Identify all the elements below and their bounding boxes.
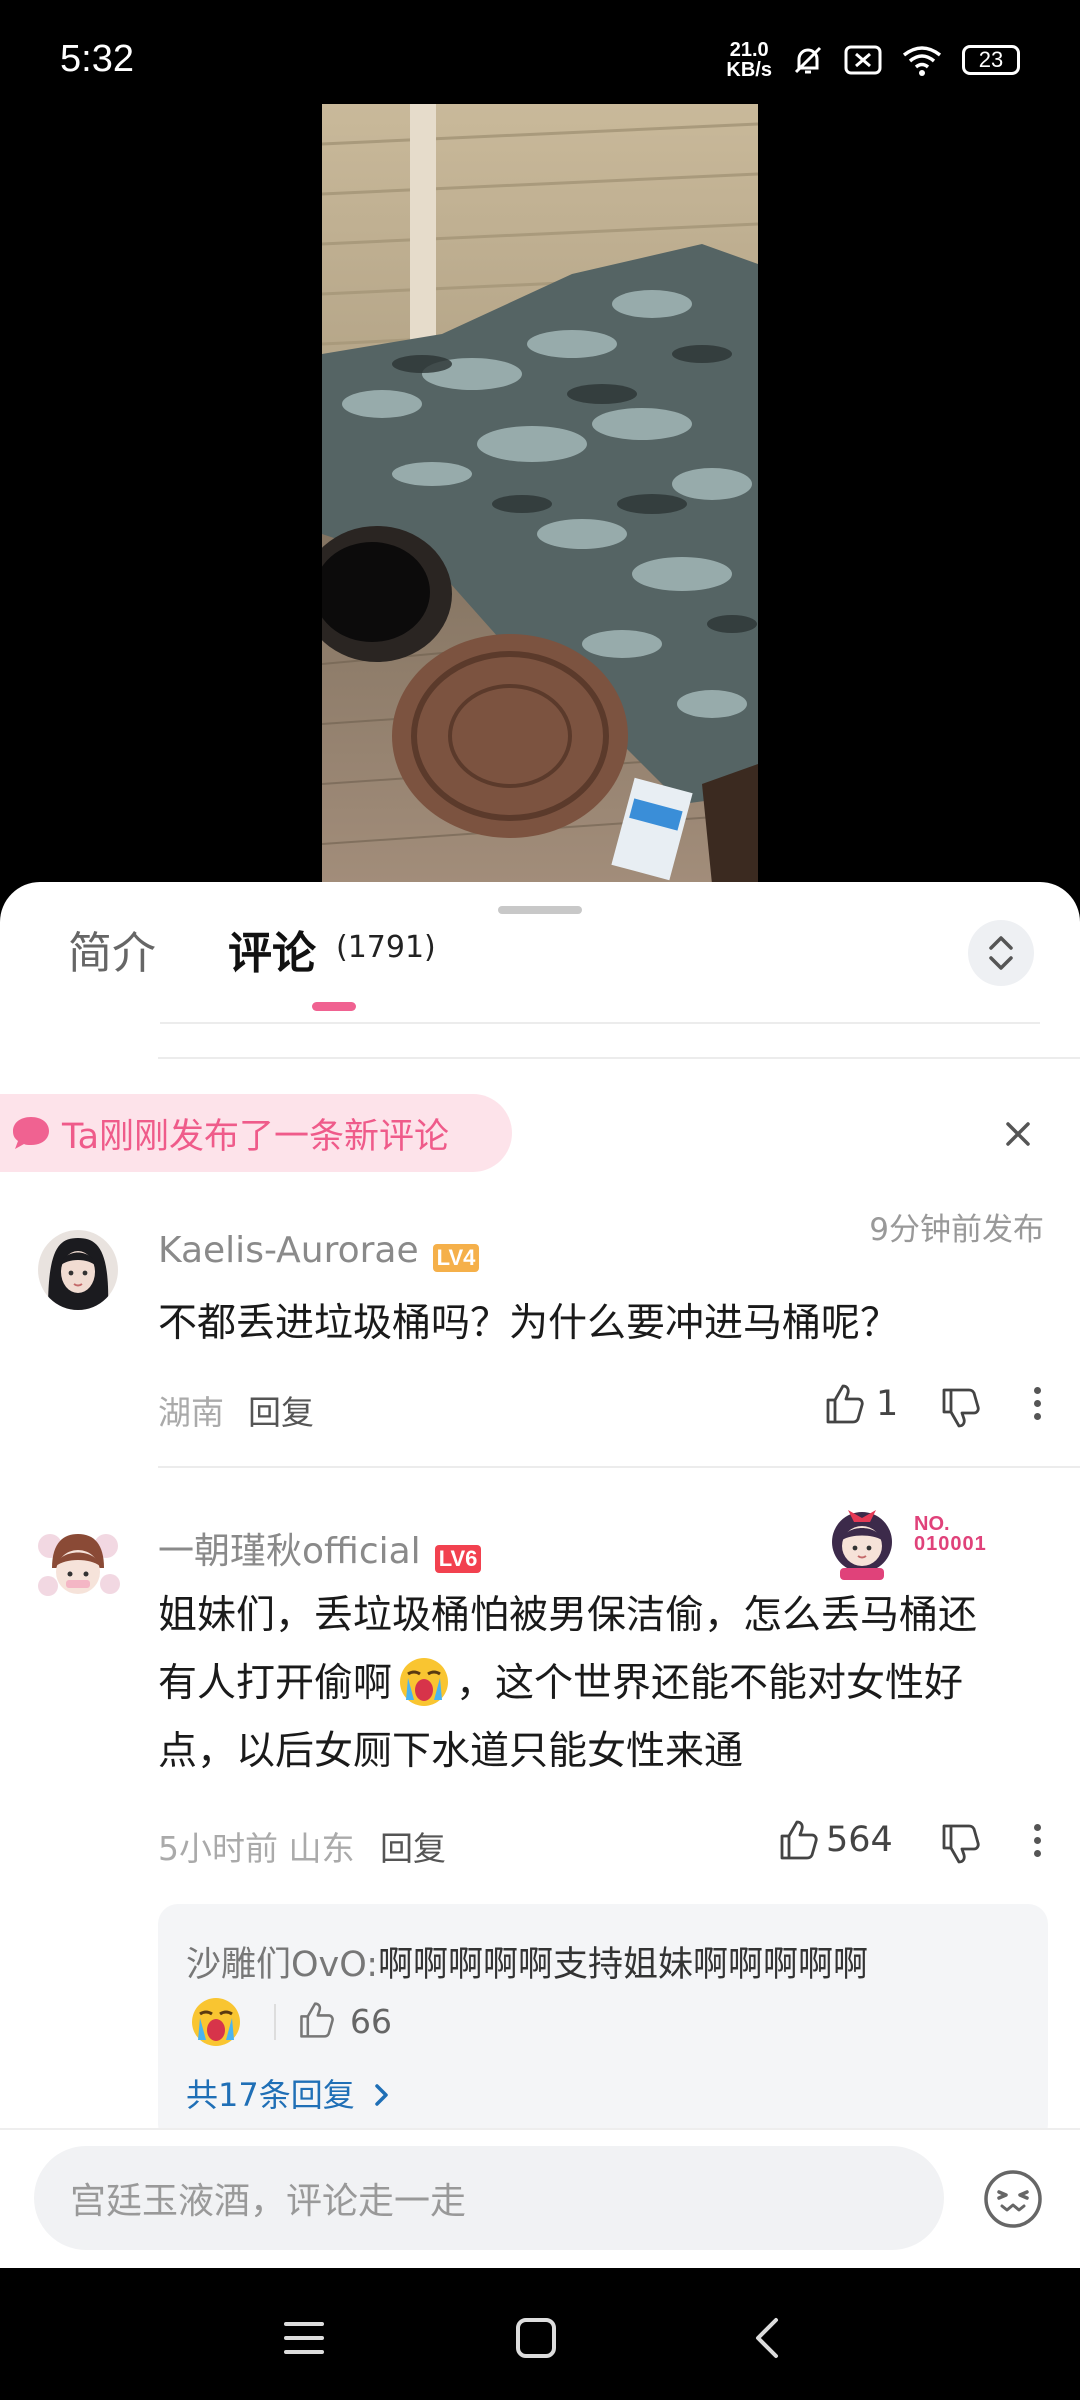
comment-text-line: 姐妹们，丢垃圾桶怕被男保洁偷，怎么丢马桶还 — [158, 1593, 978, 1638]
divider — [158, 1466, 1080, 1468]
sim-off-icon — [844, 45, 882, 75]
reply-button[interactable]: 回复 — [380, 1822, 446, 1870]
divider — [274, 2004, 276, 2040]
drag-handle[interactable] — [498, 906, 582, 914]
fan-badge-label: NO. — [914, 1513, 950, 1535]
home-icon[interactable] — [514, 2316, 558, 2360]
expand-button[interactable] — [968, 920, 1034, 986]
comment-input[interactable]: 宫廷玉液酒，评论走一走 — [34, 2146, 944, 2250]
like-icon[interactable] — [776, 1818, 820, 1862]
username[interactable]: 一朝瑾秋official — [158, 1531, 421, 1572]
total-replies-label: 共17条回复 — [186, 2076, 355, 2114]
comment-location: 山东 — [288, 1829, 355, 1868]
emoji-icon[interactable] — [982, 2168, 1044, 2230]
divider — [160, 1022, 1040, 1024]
comment-text-segment: 有人打开偷啊 — [158, 1661, 393, 1706]
view-all-replies-link[interactable]: 共17条回复 — [186, 2070, 393, 2116]
comment-text: 不都丢进垃圾桶吗？为什么要冲进马桶呢？ — [158, 1301, 900, 1346]
reply-preview[interactable]: 沙雕们OvO:啊啊啊啊啊支持姐妹啊啊啊啊啊 66 共17条回复 — [158, 1904, 1048, 2144]
status-time: 5:32 — [60, 38, 134, 80]
net-speed-value: 21.0 — [729, 39, 769, 61]
like-icon[interactable] — [822, 1382, 866, 1426]
comment-header: Kaelis-Aurorae LV4 — [158, 1230, 480, 1272]
tab-intro[interactable]: 简介 — [68, 917, 156, 981]
comment-header: 一朝瑾秋official LV6 — [158, 1522, 482, 1574]
comment-text-line: 点，以后女厕下水道只能女性来通 — [158, 1729, 744, 1774]
reply-button[interactable]: 回复 — [248, 1386, 314, 1434]
comment-meta: 5小时前 山东 — [158, 1822, 355, 1870]
comments-count: (1791) — [336, 930, 436, 965]
dislike-icon[interactable] — [938, 1822, 982, 1866]
more-options-icon[interactable] — [1032, 1824, 1042, 1857]
active-tab-indicator — [312, 1002, 356, 1011]
video-player[interactable] — [322, 104, 758, 884]
crying-emoji-icon — [400, 1658, 449, 1706]
new-comment-banner-text: Ta刚刚发布了一条新评论 — [62, 1116, 450, 1157]
status-icons: 21.0 KB/s 23 — [726, 40, 1020, 80]
menu-icon[interactable] — [282, 2318, 326, 2358]
reply-text: 啊啊啊啊啊支持姐妹啊啊啊啊啊 — [378, 1945, 869, 1985]
crying-emoji-icon — [192, 1998, 240, 2046]
new-comment-banner[interactable]: Ta刚刚发布了一条新评论 — [0, 1094, 512, 1172]
back-icon[interactable] — [752, 2316, 782, 2360]
comment-time: 5小时前 — [158, 1829, 278, 1868]
comment-posted-time: 9分钟前发布 — [869, 1212, 1044, 1248]
chevron-right-icon — [375, 2084, 388, 2106]
fan-badge: NO. 010001 — [914, 1514, 987, 1554]
fan-badge-number: 010001 — [914, 1533, 987, 1555]
fan-badge-avatar — [818, 1496, 906, 1584]
reply-author[interactable]: 沙雕们OvO: — [186, 1945, 378, 1985]
comment-text-line: 有人打开偷啊 ，这个世界还能不能对女性好 — [158, 1650, 1058, 1718]
like-count: 1 — [876, 1384, 899, 1424]
like-icon[interactable] — [296, 2000, 336, 2040]
comment-location: 湖南 — [158, 1393, 224, 1432]
chat-bubble-icon — [13, 1117, 49, 1149]
net-speed: 21.0 KB/s — [726, 40, 772, 80]
level-badge: LV6 — [434, 1544, 482, 1573]
reply-line: 沙雕们OvO:啊啊啊啊啊支持姐妹啊啊啊啊啊 — [186, 1936, 1036, 1987]
wifi-icon — [902, 46, 942, 76]
comment-text: 姐妹们，丢垃圾桶怕被男保洁偷，怎么丢马桶还 有人打开偷啊 ，这个世界还能不能对女性… — [158, 1582, 1058, 1786]
close-icon[interactable] — [998, 1114, 1038, 1154]
battery-icon: 23 — [962, 45, 1020, 75]
net-speed-unit: KB/s — [726, 59, 772, 81]
dislike-icon[interactable] — [938, 1386, 982, 1430]
expand-icon — [989, 936, 1013, 970]
tab-comments[interactable]: 评论 — [228, 917, 316, 981]
avatar[interactable] — [30, 1516, 126, 1612]
video-frame — [322, 104, 758, 884]
reply-like-count: 66 — [350, 2002, 392, 2041]
comment-input-placeholder: 宫廷玉液酒，评论走一走 — [70, 2181, 467, 2222]
like-count: 564 — [826, 1820, 893, 1860]
comment-text-segment: ，这个世界还能不能对女性好 — [456, 1661, 964, 1706]
username[interactable]: Kaelis-Aurorae — [158, 1230, 419, 1271]
comment-sheet: 简介 评论 (1791) Ta刚刚发布了一条新评论 Kaelis-Aurorae… — [0, 882, 1080, 2267]
avatar[interactable] — [38, 1230, 118, 1310]
bell-muted-icon — [794, 46, 822, 74]
system-nav-bar — [0, 2268, 1080, 2400]
more-options-icon[interactable] — [1032, 1387, 1042, 1420]
divider — [158, 1057, 1080, 1059]
level-badge: LV4 — [432, 1243, 480, 1272]
comment-input-bar: 宫廷玉液酒，评论走一走 — [0, 2128, 1080, 2270]
